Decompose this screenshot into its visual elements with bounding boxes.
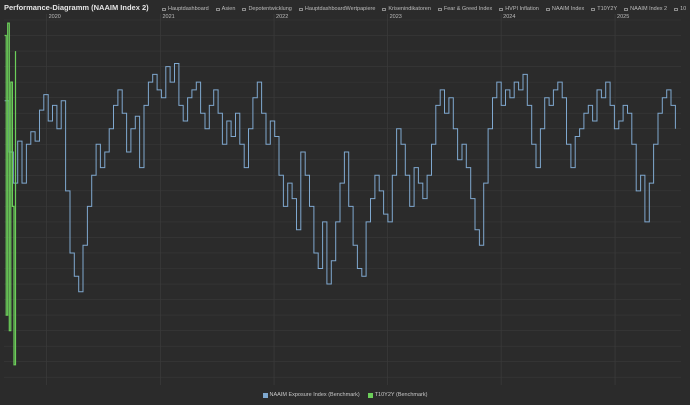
legend-item[interactable]: T10Y2Y (Benchmark) <box>367 392 428 398</box>
x-tick-label: 2022 <box>276 14 288 20</box>
x-tick-label: 2025 <box>617 14 629 20</box>
legend-label: T10Y2Y (Benchmark) <box>374 392 428 398</box>
legend-label: NAAIM Exposure Index (Benchmark) <box>269 392 360 398</box>
legend-swatch <box>262 392 268 398</box>
performance-chart: 2020 2021 2022 2023 2024 2025 <box>4 14 681 385</box>
legend-swatch <box>367 392 373 398</box>
x-tick-label: 2020 <box>49 14 61 20</box>
legend-item[interactable]: NAAIM Exposure Index (Benchmark) <box>262 392 360 398</box>
series-line-1 <box>4 22 17 366</box>
x-tick-label: 2021 <box>162 14 174 20</box>
x-tick-label: 2024 <box>503 14 515 20</box>
app-window: Performance-Diagramm (NAAIM Index 2) Hau… <box>0 0 690 405</box>
chart-legend: NAAIM Exposure Index (Benchmark) T10Y2Y (… <box>0 392 690 398</box>
x-tick-label: 2023 <box>390 14 402 20</box>
